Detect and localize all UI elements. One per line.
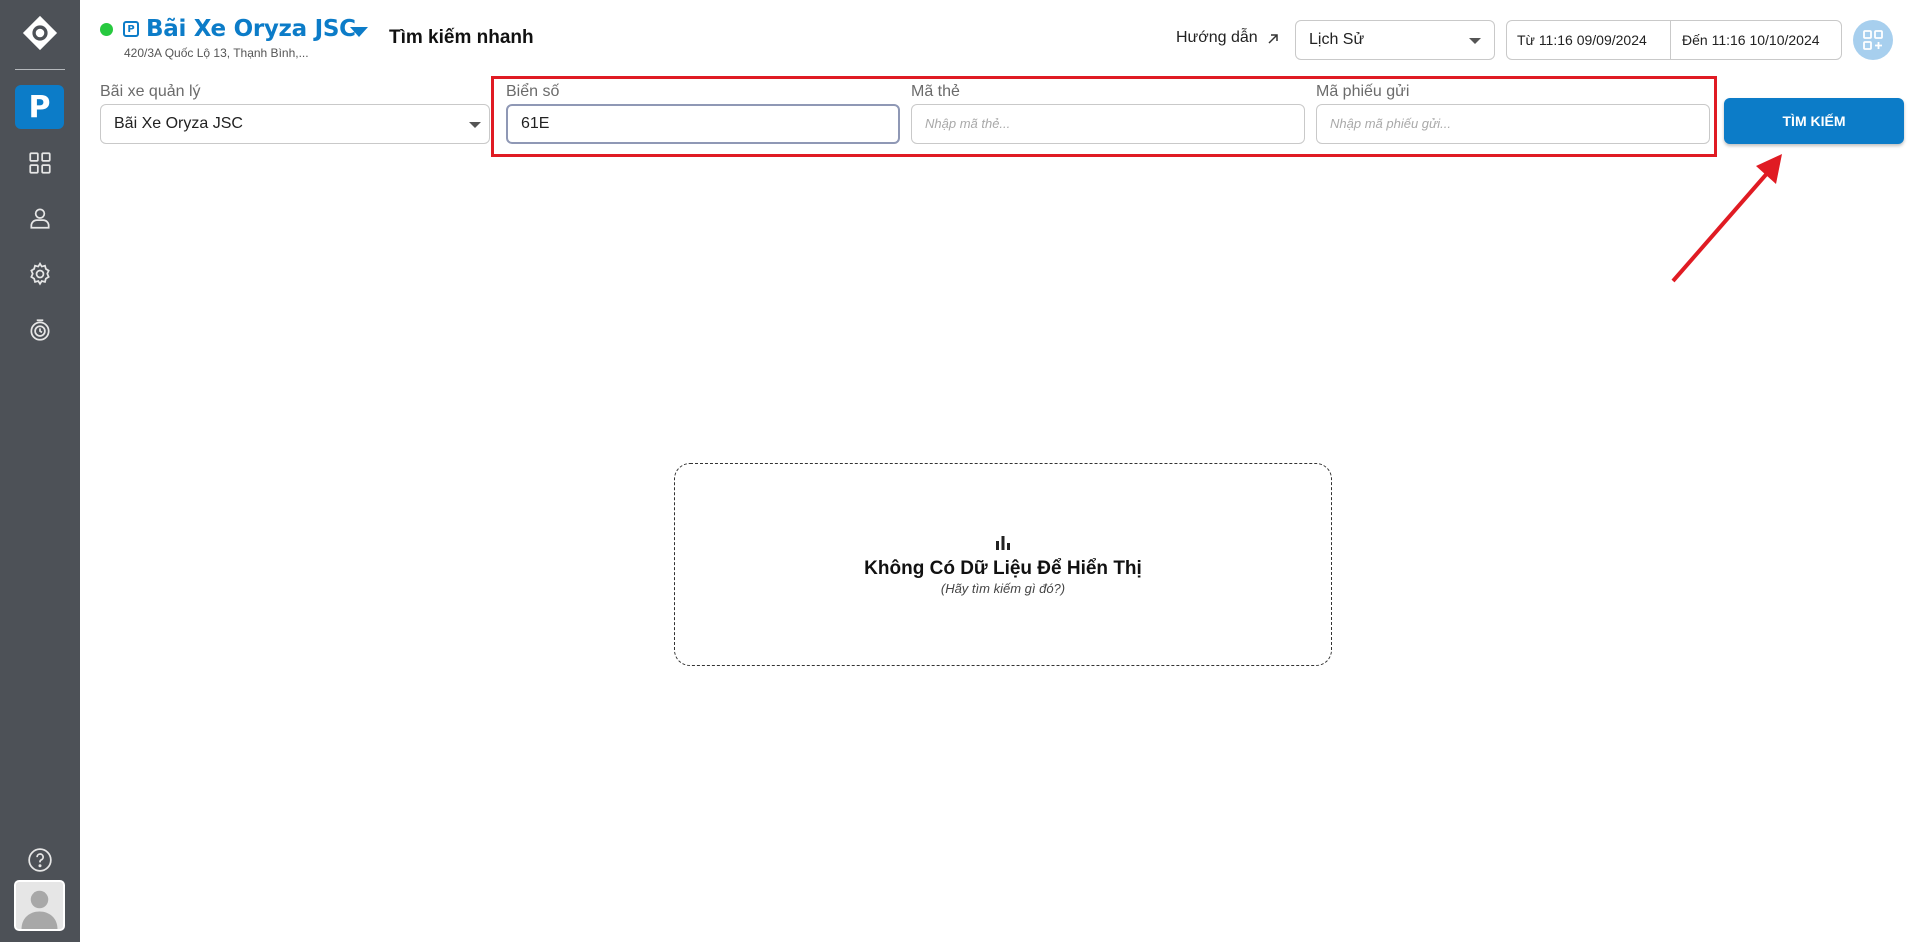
empty-state-subtitle: (Hãy tìm kiếm gì đó?) [940,581,1066,596]
avatar-icon [16,882,63,929]
mode-select-value: Lịch Sử [1309,31,1365,48]
help-icon[interactable] [27,847,53,873]
lot-address: 420/3A Quốc Lộ 13, Thạnh Bình,... [124,46,309,60]
lot-filter-value: Bãi Xe Oryza JSC [114,115,243,132]
sidebar-item-parking[interactable]: P [15,85,64,129]
avatar[interactable] [14,880,65,931]
date-range-picker[interactable]: Từ 11:16 09/09/2024 Đến 11:16 10/10/2024 [1506,20,1842,60]
bar-chart-icon [996,536,1010,550]
empty-state-panel: Không Có Dữ Liệu Để Hiển Thị (Hãy tìm ki… [674,463,1332,666]
plate-label: Biển số [506,83,560,100]
date-to[interactable]: Đến 11:16 10/10/2024 [1671,21,1841,59]
empty-state-title: Không Có Dữ Liệu Để Hiển Thị [864,558,1142,579]
qr-add-icon [1863,30,1883,50]
ticket-input[interactable] [1316,104,1710,144]
sidebar-item-dashboard[interactable] [22,145,58,181]
chevron-down-icon [1469,38,1481,44]
guide-label: Hướng dẫn [1176,29,1258,46]
parking-p-icon: P [123,21,139,37]
qr-scan-button[interactable] [1853,20,1893,60]
external-arrow-icon [1268,34,1278,44]
dashboard-grid-icon [29,152,51,174]
plate-input[interactable] [506,104,900,144]
card-input[interactable] [911,104,1305,144]
annotation-arrow-icon [1671,154,1782,283]
sidebar-item-users[interactable] [22,200,58,236]
sidebar-item-history[interactable] [22,312,58,348]
page-title: Tìm kiếm nhanh [389,27,534,48]
sidebar: P [0,0,80,942]
user-icon [30,208,50,229]
lot-dropdown-caret-icon[interactable] [350,27,368,37]
online-status-dot [100,23,113,36]
sidebar-item-settings[interactable] [22,256,58,292]
search-button[interactable]: TÌM KIẾM [1724,98,1904,144]
history-clock-icon [30,319,50,341]
date-from[interactable]: Từ 11:16 09/09/2024 [1507,21,1671,59]
lot-filter-select[interactable]: Bãi Xe Oryza JSC [100,104,490,144]
lot-name[interactable]: Bãi Xe Oryza JSC [146,16,356,42]
card-label: Mã thẻ [911,83,960,100]
sidebar-divider [15,69,65,70]
settings-gear-icon [30,262,50,286]
logo-icon[interactable] [21,14,59,52]
guide-link[interactable]: Hướng dẫn [1176,29,1278,47]
chevron-down-icon [469,122,481,128]
lot-filter-label: Bãi xe quản lý [100,83,201,100]
sidebar-item-parking-label: P [28,89,51,125]
ticket-label: Mã phiếu gửi [1316,83,1410,100]
mode-select[interactable]: Lịch Sử [1295,20,1495,60]
